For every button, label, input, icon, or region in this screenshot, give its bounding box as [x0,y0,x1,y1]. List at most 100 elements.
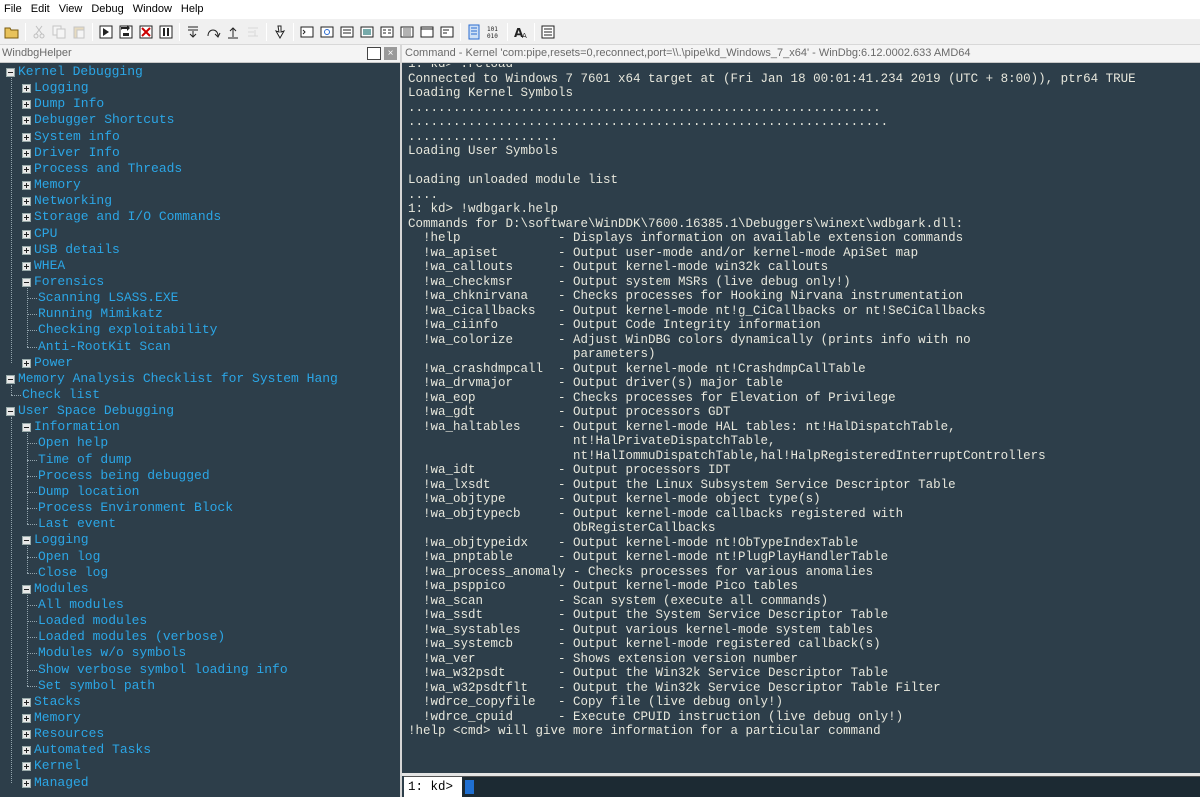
tree-leaf-item[interactable]: Last event [0,516,400,532]
expand-icon[interactable] [22,148,31,158]
tree-node-item[interactable]: Memory [0,710,400,726]
collapse-icon[interactable] [22,584,31,594]
command-window-icon[interactable] [298,23,316,41]
tree-leaf-item[interactable]: Open log [0,549,400,565]
command-input[interactable] [464,779,1194,795]
insert-breakpoint-icon[interactable] [271,23,289,41]
tree-node-item[interactable]: Resources [0,726,400,742]
expand-icon[interactable] [22,164,31,174]
step-into-icon[interactable] [184,23,202,41]
expand-icon[interactable] [22,358,31,368]
tree-node-item[interactable]: Storage and I/O Commands [0,209,400,225]
font-icon[interactable]: AA [512,23,530,41]
tree-leaf-item[interactable]: Close log [0,565,400,581]
menu-window[interactable]: Window [129,0,177,19]
tree-leaf-item[interactable]: Loaded modules (verbose) [0,629,400,645]
locals-window-icon[interactable] [338,23,356,41]
menu-edit[interactable]: Edit [27,0,55,19]
tree-leaf-item[interactable]: Running Mimikatz [0,306,400,322]
tree-leaf-item[interactable]: Time of dump [0,452,400,468]
restart-icon[interactable] [117,23,135,41]
scratch-pad-icon[interactable] [438,23,456,41]
tree-node-item[interactable]: Automated Tasks [0,742,400,758]
tree-node-item[interactable]: Logging [0,80,400,96]
hex-mode-icon[interactable]: 101 010 [485,23,503,41]
collapse-icon[interactable] [6,374,15,384]
tree-leaf-item[interactable]: Process Environment Block [0,500,400,516]
tree-node-item[interactable]: Memory [0,177,400,193]
tree-leaf-item[interactable]: Loaded modules [0,613,400,629]
tree-node-item[interactable]: Logging [0,532,400,548]
go-icon[interactable] [97,23,115,41]
expand-icon[interactable] [22,714,31,723]
expand-icon[interactable] [22,181,31,191]
menu-view[interactable]: View [55,0,88,19]
collapse-icon[interactable] [6,407,15,417]
tree-node-item[interactable]: USB details [0,242,400,258]
copy-icon[interactable] [50,23,68,41]
expand-icon[interactable] [22,746,31,756]
dock-icon[interactable] [367,47,381,60]
tree-node-item[interactable]: WHEA [0,258,400,274]
tree-node-item[interactable]: Kernel [0,758,400,774]
collapse-icon[interactable] [22,277,31,287]
stop-debugging-icon[interactable] [137,23,155,41]
tree-node-item[interactable]: Power [0,355,400,371]
tree-leaf-item[interactable]: Open help [0,435,400,451]
tree-node-item[interactable]: Process and Threads [0,161,400,177]
watch-window-icon[interactable] [318,23,336,41]
tree-node-item[interactable]: Kernel Debugging [0,64,400,80]
tree-leaf-item[interactable]: Checking exploitability [0,322,400,338]
tree-node-item[interactable]: Stacks [0,694,400,710]
expand-icon[interactable] [22,100,31,110]
open-icon[interactable] [3,23,21,41]
tree-node-item[interactable]: Information [0,419,400,435]
expand-icon[interactable] [22,197,31,207]
expand-icon[interactable] [22,132,31,142]
tree-node-item[interactable]: Memory Analysis Checklist for System Han… [0,371,400,387]
tree-leaf-item[interactable]: Check list [0,387,400,403]
tree-leaf-item[interactable]: Dump location [0,484,400,500]
menu-debug[interactable]: Debug [87,0,128,19]
expand-icon[interactable] [22,245,31,255]
disassembly-icon[interactable] [418,23,436,41]
expand-icon[interactable] [22,762,31,772]
expand-icon[interactable] [22,697,31,707]
tree-leaf-item[interactable]: Scanning LSASS.EXE [0,290,400,306]
registers-window-icon[interactable] [358,23,376,41]
tree-node-item[interactable]: System info [0,129,400,145]
expand-icon[interactable] [22,730,31,740]
tree-node-item[interactable]: Managed [0,775,400,791]
paste-icon[interactable] [70,23,88,41]
collapse-icon[interactable] [22,423,31,433]
tree-node-item[interactable]: Dump Info [0,96,400,112]
tree-leaf-item[interactable]: Modules w/o symbols [0,645,400,661]
options-icon[interactable] [539,23,557,41]
tree-leaf-item[interactable]: Set symbol path [0,678,400,694]
expand-icon[interactable] [22,116,31,126]
close-icon[interactable]: × [384,47,397,60]
call-stack-icon[interactable] [398,23,416,41]
expand-icon[interactable] [22,84,31,94]
step-over-icon[interactable] [204,23,222,41]
tree-leaf-item[interactable]: All modules [0,597,400,613]
break-icon[interactable] [157,23,175,41]
expand-icon[interactable] [22,778,31,788]
tree-node-item[interactable]: Modules [0,581,400,597]
collapse-icon[interactable] [22,536,31,546]
step-out-icon[interactable] [224,23,242,41]
tree-node-item[interactable]: Networking [0,193,400,209]
tree-node-item[interactable]: CPU [0,226,400,242]
expand-icon[interactable] [22,213,31,223]
tree-node-item[interactable]: Forensics [0,274,400,290]
tree-leaf-item[interactable]: Anti-RootKit Scan [0,339,400,355]
tree-leaf-item[interactable]: Process being debugged [0,468,400,484]
menu-help[interactable]: Help [177,0,209,19]
tree-node-item[interactable]: User Space Debugging [0,403,400,419]
expand-icon[interactable] [22,229,31,239]
run-to-cursor-icon[interactable] [244,23,262,41]
menu-file[interactable]: File [0,0,27,19]
tree-node-item[interactable]: Driver Info [0,145,400,161]
cut-icon[interactable] [30,23,48,41]
collapse-icon[interactable] [6,68,15,77]
